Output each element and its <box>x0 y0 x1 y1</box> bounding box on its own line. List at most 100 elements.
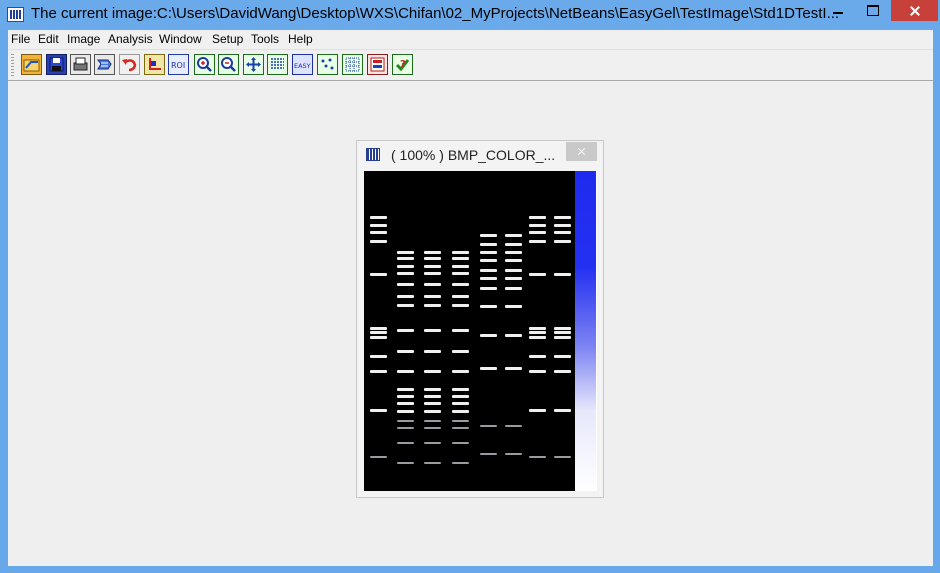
gel-band <box>529 336 546 339</box>
gel-band <box>452 388 469 391</box>
gel-band <box>424 272 441 275</box>
gel-band <box>452 329 469 332</box>
help-icon[interactable]: ? <box>392 54 413 75</box>
gel-band <box>397 462 414 464</box>
gel-band <box>480 425 497 427</box>
gel-band <box>424 350 441 353</box>
gel-band <box>480 334 497 337</box>
lane-icon[interactable] <box>267 54 288 75</box>
image-canvas[interactable] <box>364 171 597 491</box>
gel-band <box>370 216 387 219</box>
gel-band <box>424 442 441 444</box>
roi-icon[interactable]: ROI <box>168 54 189 75</box>
gel-band <box>480 251 497 254</box>
gel-band <box>505 277 522 280</box>
gel-band <box>397 295 414 298</box>
zoom-level: ( 100% ) <box>391 147 444 163</box>
menu-setup[interactable]: Setup <box>212 32 243 46</box>
gel-band <box>397 251 414 254</box>
menu-file[interactable]: File <box>11 32 30 46</box>
gel-band <box>370 231 387 234</box>
image-window[interactable]: ( 100% ) BMP_COLOR_... <box>356 140 604 498</box>
crop-icon[interactable] <box>144 54 165 75</box>
gel-band <box>370 327 387 330</box>
gel-band <box>397 265 414 268</box>
gel-band <box>554 370 571 373</box>
gel-band <box>505 453 522 455</box>
gel-band <box>452 295 469 298</box>
spots-icon[interactable] <box>317 54 338 75</box>
gel-band <box>554 273 571 276</box>
mdi-workspace[interactable]: ( 100% ) BMP_COLOR_... <box>8 81 933 566</box>
easy-icon[interactable]: EASY <box>292 54 313 75</box>
gel-band <box>397 410 414 413</box>
gel-band <box>424 420 441 422</box>
gel-band <box>505 259 522 262</box>
menu-tools[interactable]: Tools <box>251 32 279 46</box>
gel-band <box>424 402 441 405</box>
menu-edit[interactable]: Edit <box>38 32 59 46</box>
gel-band <box>480 269 497 272</box>
gel-band <box>397 329 414 332</box>
menu-help[interactable]: Help <box>288 32 313 46</box>
menu-image[interactable]: Image <box>67 32 100 46</box>
gel-band <box>529 273 546 276</box>
gel-band <box>505 305 522 308</box>
gel-band <box>397 350 414 353</box>
gel-band <box>452 395 469 398</box>
undo-icon[interactable] <box>119 54 140 75</box>
gel-band <box>554 355 571 358</box>
gel-band <box>505 367 522 370</box>
gel-band <box>424 295 441 298</box>
roi-label: ROI <box>171 61 185 70</box>
client-area: File Edit Image Analysis Window Setup To… <box>8 30 933 566</box>
gel-band <box>452 272 469 275</box>
close-button[interactable] <box>891 0 938 21</box>
zoom-out-icon[interactable] <box>218 54 239 75</box>
gel-band <box>452 251 469 254</box>
gel-band <box>424 304 441 307</box>
gel-band <box>480 453 497 455</box>
gel-band <box>397 370 414 373</box>
minimize-button[interactable] <box>824 0 852 21</box>
maximize-button[interactable] <box>859 0 887 21</box>
gel-band <box>397 272 414 275</box>
gel-band <box>370 370 387 373</box>
gel-band <box>397 442 414 444</box>
image-name: BMP_COLOR_... <box>447 147 556 163</box>
gel-band <box>370 336 387 339</box>
gel-band <box>452 410 469 413</box>
toolbar: ROI EASY ? <box>8 50 933 81</box>
gel-band <box>370 273 387 276</box>
save-icon[interactable] <box>46 54 67 75</box>
pan-icon[interactable] <box>243 54 264 75</box>
zoom-in-icon[interactable] <box>194 54 215 75</box>
menu-analysis[interactable]: Analysis <box>108 32 153 46</box>
intensity-colorbar <box>575 171 596 491</box>
gel-band <box>424 462 441 464</box>
toolbar-grip[interactable] <box>11 54 14 76</box>
title-bar[interactable]: The current image:C:\Users\DavidWang\Des… <box>0 0 940 30</box>
gel-band <box>554 231 571 234</box>
print-icon[interactable] <box>70 54 91 75</box>
gel-band <box>480 277 497 280</box>
gel-band <box>554 224 571 227</box>
grid-icon[interactable] <box>342 54 363 75</box>
gel-band <box>424 370 441 373</box>
gel-band <box>370 224 387 227</box>
print-preview-icon[interactable] <box>94 54 115 75</box>
easy-label: EASY <box>294 62 311 70</box>
gel-band <box>529 231 546 234</box>
open-icon[interactable] <box>21 54 42 75</box>
gel-band <box>452 442 469 444</box>
menu-window[interactable]: Window <box>159 32 202 46</box>
image-window-close-button[interactable] <box>566 142 597 161</box>
gel-band <box>424 395 441 398</box>
gel-band <box>424 410 441 413</box>
gel-band <box>452 402 469 405</box>
gel-image[interactable] <box>364 171 575 491</box>
app-logo-icon[interactable] <box>7 7 24 22</box>
report-icon[interactable] <box>367 54 388 75</box>
gel-band <box>529 216 546 219</box>
gel-band <box>554 336 571 339</box>
